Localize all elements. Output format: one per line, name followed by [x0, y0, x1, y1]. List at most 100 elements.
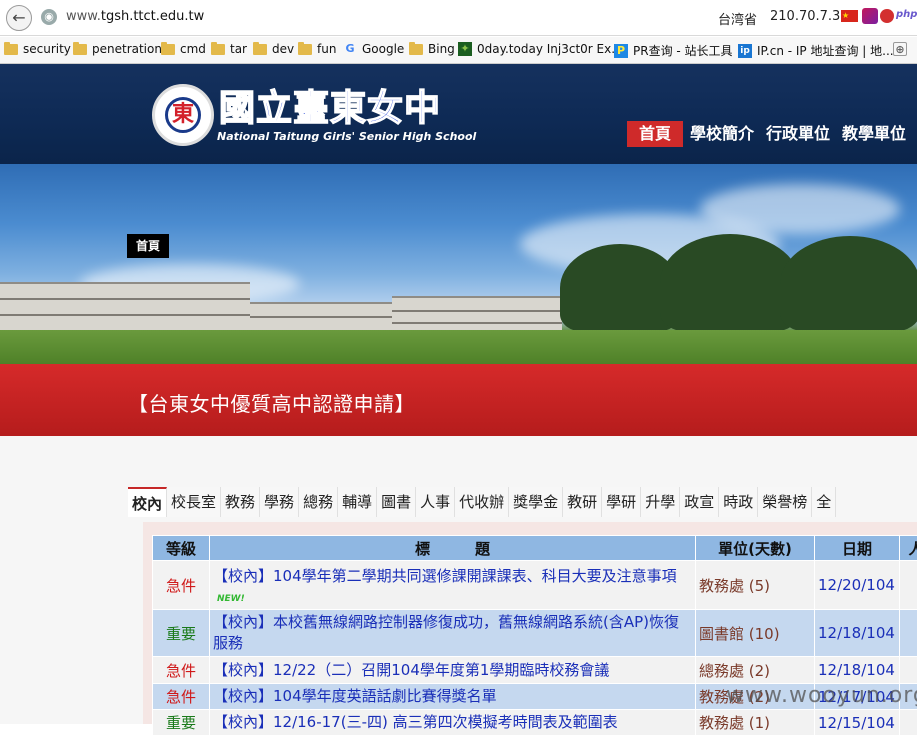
news-title-link[interactable]: 【校內】12/16-17(三-四) 高三第四次模擬考時間表及範圍表 [213, 713, 618, 731]
bookmark-tar[interactable]: tar [211, 42, 247, 56]
unit-cell: 教務處 (1) [696, 710, 815, 736]
ip-icon: ip [738, 44, 752, 58]
table-row: 重要 【校內】本校舊無線網路控制器修復成功，舊無線網路系統(含AP)恢復服務 圖… [153, 610, 917, 657]
breadcrumb[interactable]: 首頁 [127, 234, 169, 258]
url-field[interactable]: www.tgsh.ttct.edu.tw [66, 9, 204, 24]
bookmark-label: Bing [428, 42, 455, 56]
title-cell: 【校內】104學年第二學期共同選修課開課課表、科目大要及注意事項 NEW! [210, 561, 696, 610]
title-cell: 【校內】104學年度英語話劇比賽得獎名單 [210, 684, 696, 710]
bookmark-penetration[interactable]: penetration [73, 42, 162, 56]
tab-counseling[interactable]: 輔導 [338, 487, 377, 517]
nav-admin[interactable]: 行政單位 [766, 121, 830, 147]
extension-icon[interactable] [862, 8, 878, 24]
bookmark-label: dev [272, 42, 294, 56]
bookmark-bing[interactable]: Bing [409, 42, 455, 56]
bookmark-0day[interactable]: ✦0day.today Inj3ct0r Ex... [458, 42, 623, 56]
tab-teaching-research[interactable]: 教研 [563, 487, 602, 517]
php-icon[interactable]: php [896, 9, 917, 20]
china-flag-icon: ★ [841, 10, 858, 22]
news-title-link[interactable]: 【校內】104學年第二學期共同選修課開課課表、科目大要及注意事項 [213, 567, 677, 585]
nav-home[interactable]: 首頁 [627, 121, 683, 147]
bookmark-dev[interactable]: dev [253, 42, 294, 56]
tab-principal[interactable]: 校長室 [167, 487, 221, 517]
more-bookmarks-icon[interactable]: ⊕ [893, 42, 912, 56]
tree [780, 236, 917, 332]
folder-icon [253, 44, 267, 55]
bookmarks-bar: security penetration cmd tar dev fun GGo… [0, 37, 917, 64]
bookmark-label: PR查询 - 站长工具 [633, 42, 733, 59]
tab-policy[interactable]: 政宣 [680, 487, 719, 517]
tab-current-affairs[interactable]: 時政 [719, 487, 758, 517]
site-header: 東 國立臺東女中 National Taitung Girls' Senior … [0, 64, 917, 164]
extra-cell [900, 657, 917, 684]
logo-glyph: 東 [165, 97, 201, 133]
tab-honors[interactable]: 榮譽榜 [758, 487, 812, 517]
bookmark-label: fun [317, 42, 336, 56]
tab-all[interactable]: 全 [812, 487, 836, 517]
tree [660, 234, 800, 332]
school-logo[interactable]: 東 [152, 84, 214, 146]
bookmark-ipcn[interactable]: ip IP.cn - IP 地址查询 | 地... [738, 42, 894, 59]
tab-study-research[interactable]: 學研 [602, 487, 641, 517]
level-cell: 急件 [153, 657, 210, 684]
tab-campus[interactable]: 校內 [128, 487, 167, 517]
unit-cell: 總務處 (2) [696, 657, 815, 684]
extension-icon[interactable] [880, 9, 894, 23]
tab-library[interactable]: 圖書 [377, 487, 416, 517]
bookmark-label: IP.cn - IP 地址查询 | 地... [757, 42, 894, 59]
tab-general-affairs[interactable]: 總務 [299, 487, 338, 517]
tab-student-affairs[interactable]: 學務 [260, 487, 299, 517]
hero-image: 首頁 [0, 164, 917, 364]
date-cell: 12/18/104 [815, 657, 900, 684]
tab-scholarship[interactable]: 獎學金 [509, 487, 563, 517]
back-button[interactable]: ← [6, 5, 32, 31]
column-header: 等級 [153, 536, 210, 561]
bookmark-security[interactable]: security [4, 42, 71, 56]
news-title-link[interactable]: 【校內】104學年度英語話劇比賽得獎名單 [213, 687, 497, 705]
bookmark-label: cmd [180, 42, 206, 56]
bookmark-fun[interactable]: fun [298, 42, 336, 56]
exploit-icon: ✦ [458, 42, 472, 56]
building [250, 302, 400, 330]
url-prefix: www. [66, 9, 101, 24]
school-name[interactable]: 國立臺東女中 [219, 86, 441, 130]
new-badge: NEW! [217, 594, 245, 604]
news-title-link[interactable]: 【校內】本校舊無線網路控制器修復成功，舊無線網路系統(含AP)恢復服務 [213, 613, 679, 652]
bookmark-google[interactable]: GGoogle [343, 42, 404, 56]
nav-teaching[interactable]: 教學單位 [842, 121, 906, 147]
title-cell: 【校內】12/16-17(三-四) 高三第四次模擬考時間表及範圍表 [210, 710, 696, 736]
globe-icon: ◉ [41, 9, 57, 25]
watermark: www.wooyun.org [726, 683, 917, 708]
news-title-link[interactable]: 【校內】12/22（二）召開104學年度第1學期臨時校務會議 [213, 661, 609, 679]
date-cell: 12/20/104 [815, 561, 900, 610]
google-icon: G [343, 42, 357, 56]
banner-title: 【台東女中優質高中認證申請】 [128, 388, 415, 417]
level-cell: 重要 [153, 610, 210, 657]
tab-academic[interactable]: 教務 [221, 487, 260, 517]
address-bar: ← ◉ www.tgsh.ttct.edu.tw 台湾省 210.70.7.3 … [0, 0, 917, 36]
level-cell: 急件 [153, 684, 210, 710]
extra-cell [900, 610, 917, 657]
extra-cell [900, 561, 917, 610]
column-header: 人 [900, 536, 917, 561]
date-cell: 12/15/104 [815, 710, 900, 736]
title-cell: 【校內】本校舊無線網路控制器修復成功，舊無線網路系統(含AP)恢復服務 [210, 610, 696, 657]
tab-personnel[interactable]: 人事 [416, 487, 455, 517]
pr-icon: P [614, 44, 628, 58]
tab-collection[interactable]: 代收辦 [455, 487, 509, 517]
building [392, 296, 562, 330]
lawn [0, 330, 917, 364]
extra-cell [900, 710, 917, 736]
column-header: 日期 [815, 536, 900, 561]
level-cell: 急件 [153, 561, 210, 610]
table-header-row: 等級 標 題 單位(天數) 日期 人 [153, 536, 917, 561]
title-cell: 【校內】12/22（二）召開104學年度第1學期臨時校務會議 [210, 657, 696, 684]
table-row: 急件 【校內】104學年第二學期共同選修課開課課表、科目大要及注意事項NEW! … [153, 561, 917, 610]
nav-about[interactable]: 學校簡介 [690, 121, 754, 147]
bookmark-cmd[interactable]: cmd [161, 42, 206, 56]
bookmark-pr[interactable]: P PR查询 - 站长工具 [614, 42, 733, 59]
folder-icon [211, 44, 225, 55]
page-banner: 【台東女中優質高中認證申請】 [0, 364, 917, 436]
school-name-en: National Taitung Girls' Senior High Scho… [217, 130, 476, 143]
tab-admission[interactable]: 升學 [641, 487, 680, 517]
